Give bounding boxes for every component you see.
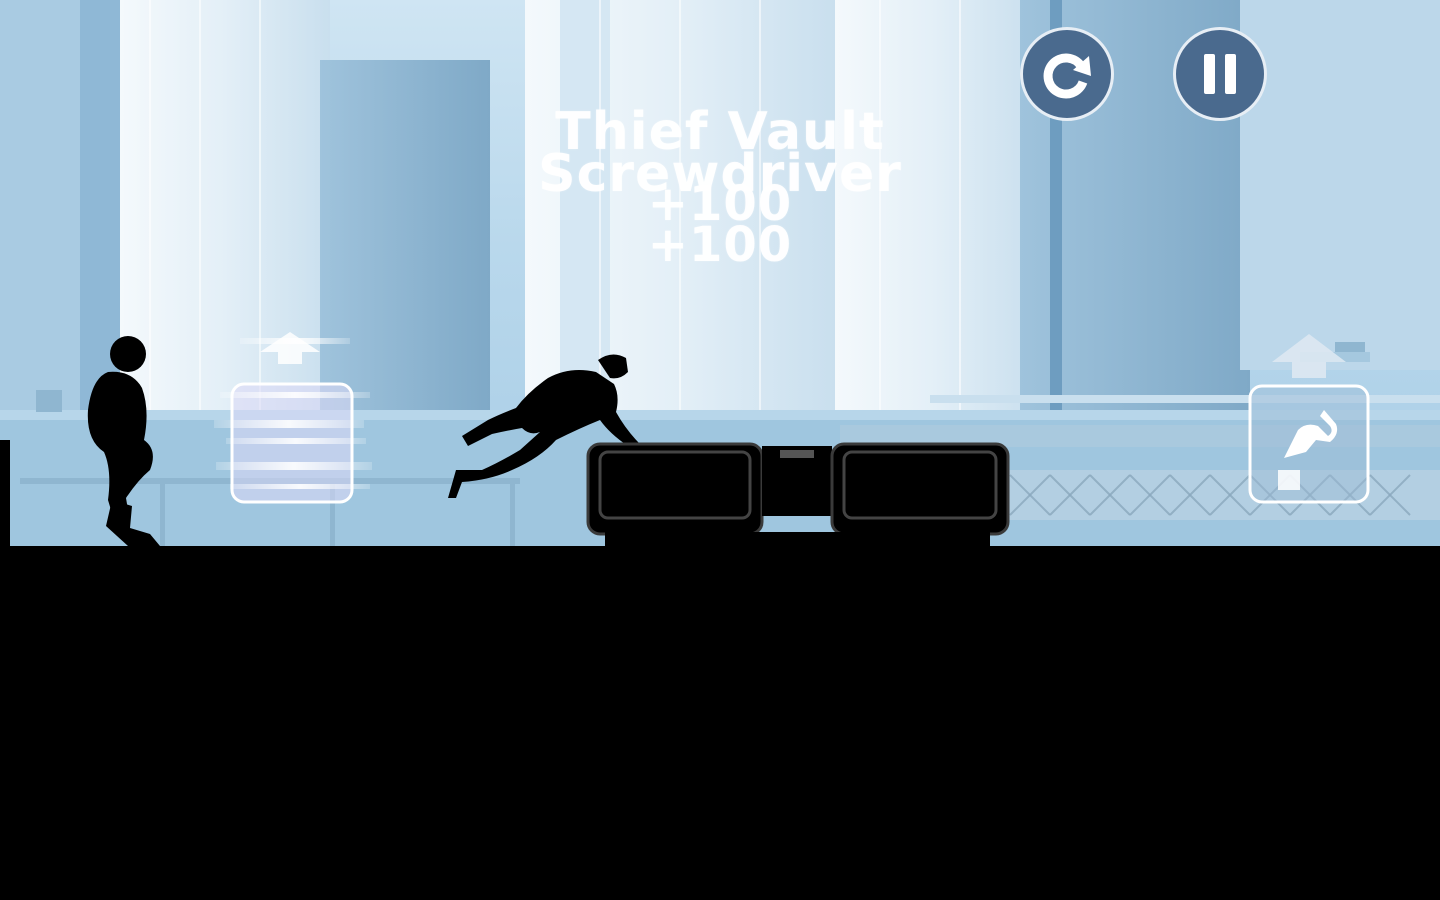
pause-icon [1204, 54, 1236, 94]
restart-icon [1043, 53, 1091, 99]
hunter-silhouette [0, 336, 160, 546]
jump-trick-icon [1248, 334, 1370, 504]
pause-button[interactable] [1173, 27, 1267, 121]
bonus-crate-pickup [210, 320, 380, 510]
restart-button[interactable] [1020, 27, 1114, 121]
trick-points: +100 [647, 217, 793, 273]
jump-trick-card[interactable] [1246, 330, 1372, 506]
bonus-crate-icon [214, 332, 372, 504]
ac-units-obstacle [586, 442, 1010, 546]
